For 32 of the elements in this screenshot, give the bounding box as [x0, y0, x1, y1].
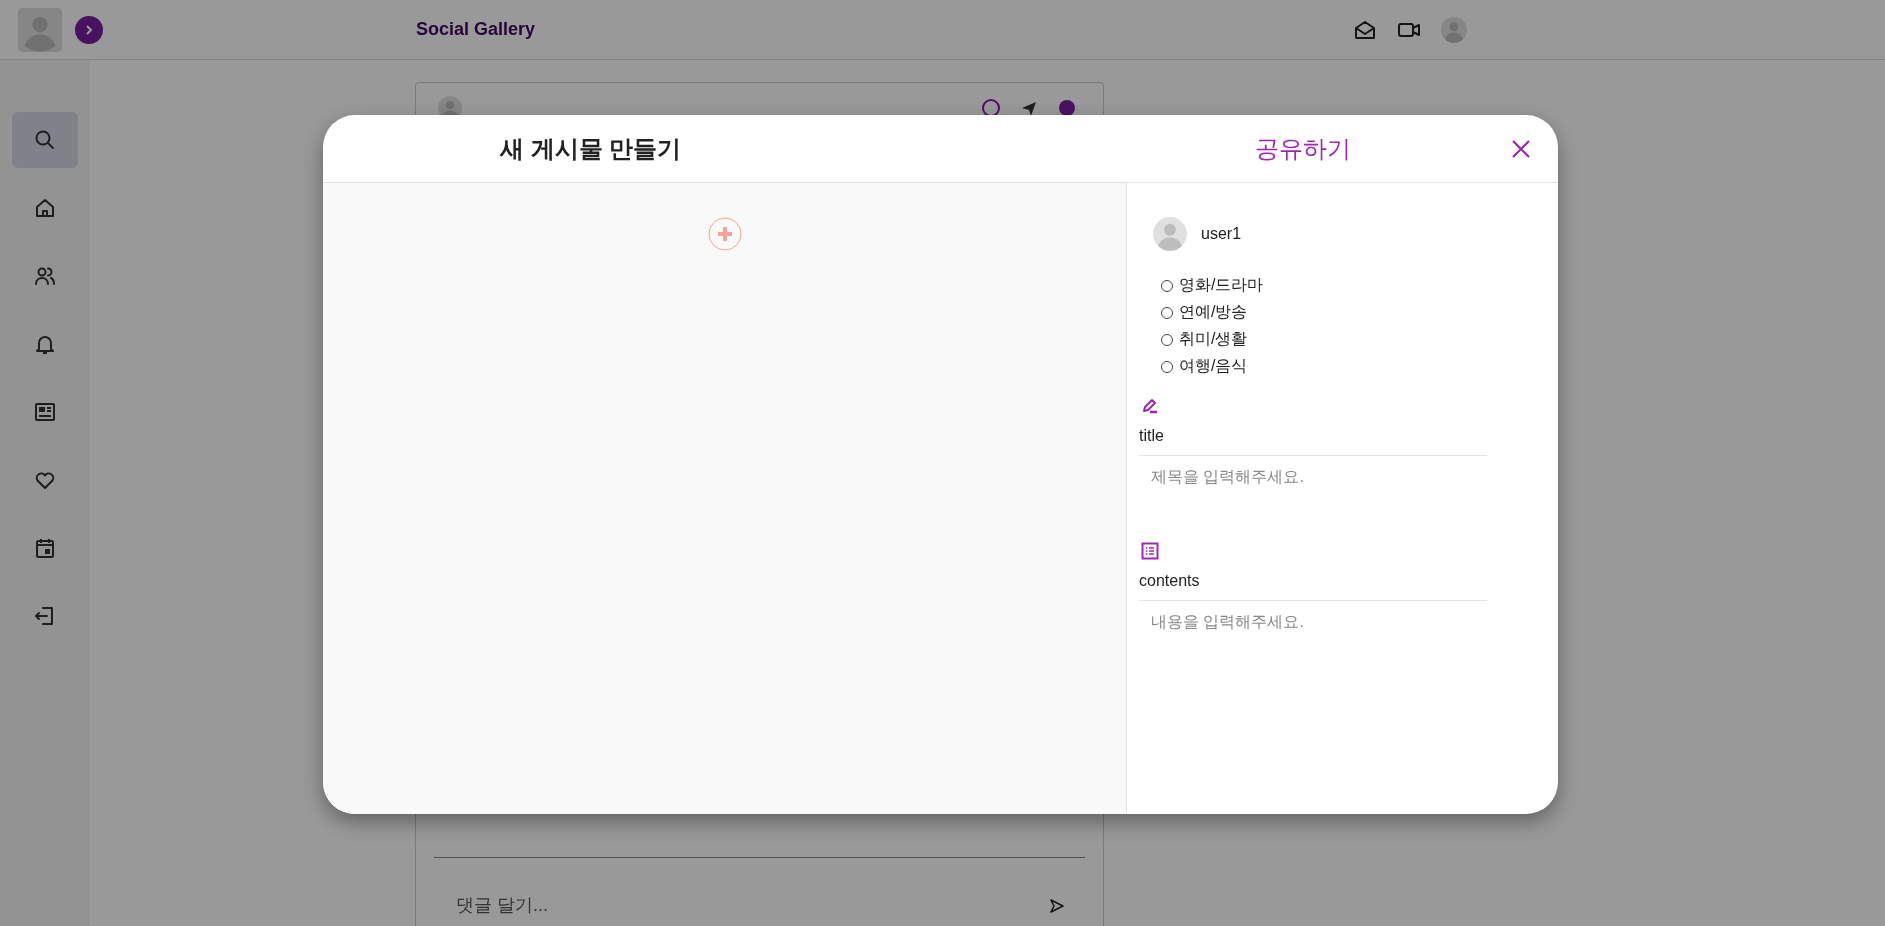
- contents-field[interactable]: 내용을 입력해주세요.: [1139, 600, 1487, 643]
- dot-icon: [1057, 98, 1077, 118]
- category-label: 영화/드라마: [1179, 275, 1264, 295]
- radio-button[interactable]: [1161, 279, 1173, 292]
- radio-button[interactable]: [1161, 306, 1173, 319]
- dialog-title: 새 게시물 만들기: [498, 133, 683, 164]
- calendar-icon: [33, 536, 57, 560]
- share-button[interactable]: 공유하기: [1255, 132, 1351, 165]
- comment-field[interactable]: 댓글 달기...: [454, 894, 1049, 917]
- radio-button[interactable]: [1161, 333, 1173, 346]
- close-icon[interactable]: [1510, 137, 1532, 160]
- circle-icon: [981, 98, 1001, 118]
- title-field[interactable]: 제목을 입력해주세요.: [1139, 455, 1487, 498]
- radio-button[interactable]: [1161, 360, 1173, 373]
- send-icon[interactable]: [1049, 897, 1065, 914]
- category-label: 취미/생활: [1179, 329, 1248, 349]
- category-label: 여행/음식: [1179, 356, 1248, 376]
- expand-button[interactable]: [75, 15, 103, 44]
- username: user1: [1201, 225, 1242, 243]
- pencil-icon: [1141, 397, 1159, 415]
- list-icon: [1141, 542, 1159, 560]
- news-icon: [33, 400, 57, 424]
- field-label: contents: [1139, 572, 1201, 590]
- profile-avatar: [1441, 16, 1467, 43]
- category-label: 연예/방송: [1179, 302, 1248, 322]
- app-title: Social Gallery: [416, 19, 536, 40]
- user-avatar: [1153, 217, 1187, 251]
- home-icon: [33, 196, 57, 220]
- search-icon: [33, 128, 57, 152]
- field-label: title: [1139, 427, 1165, 445]
- sidebar-item[interactable]: [12, 112, 78, 168]
- chevron-right-icon: [83, 23, 95, 36]
